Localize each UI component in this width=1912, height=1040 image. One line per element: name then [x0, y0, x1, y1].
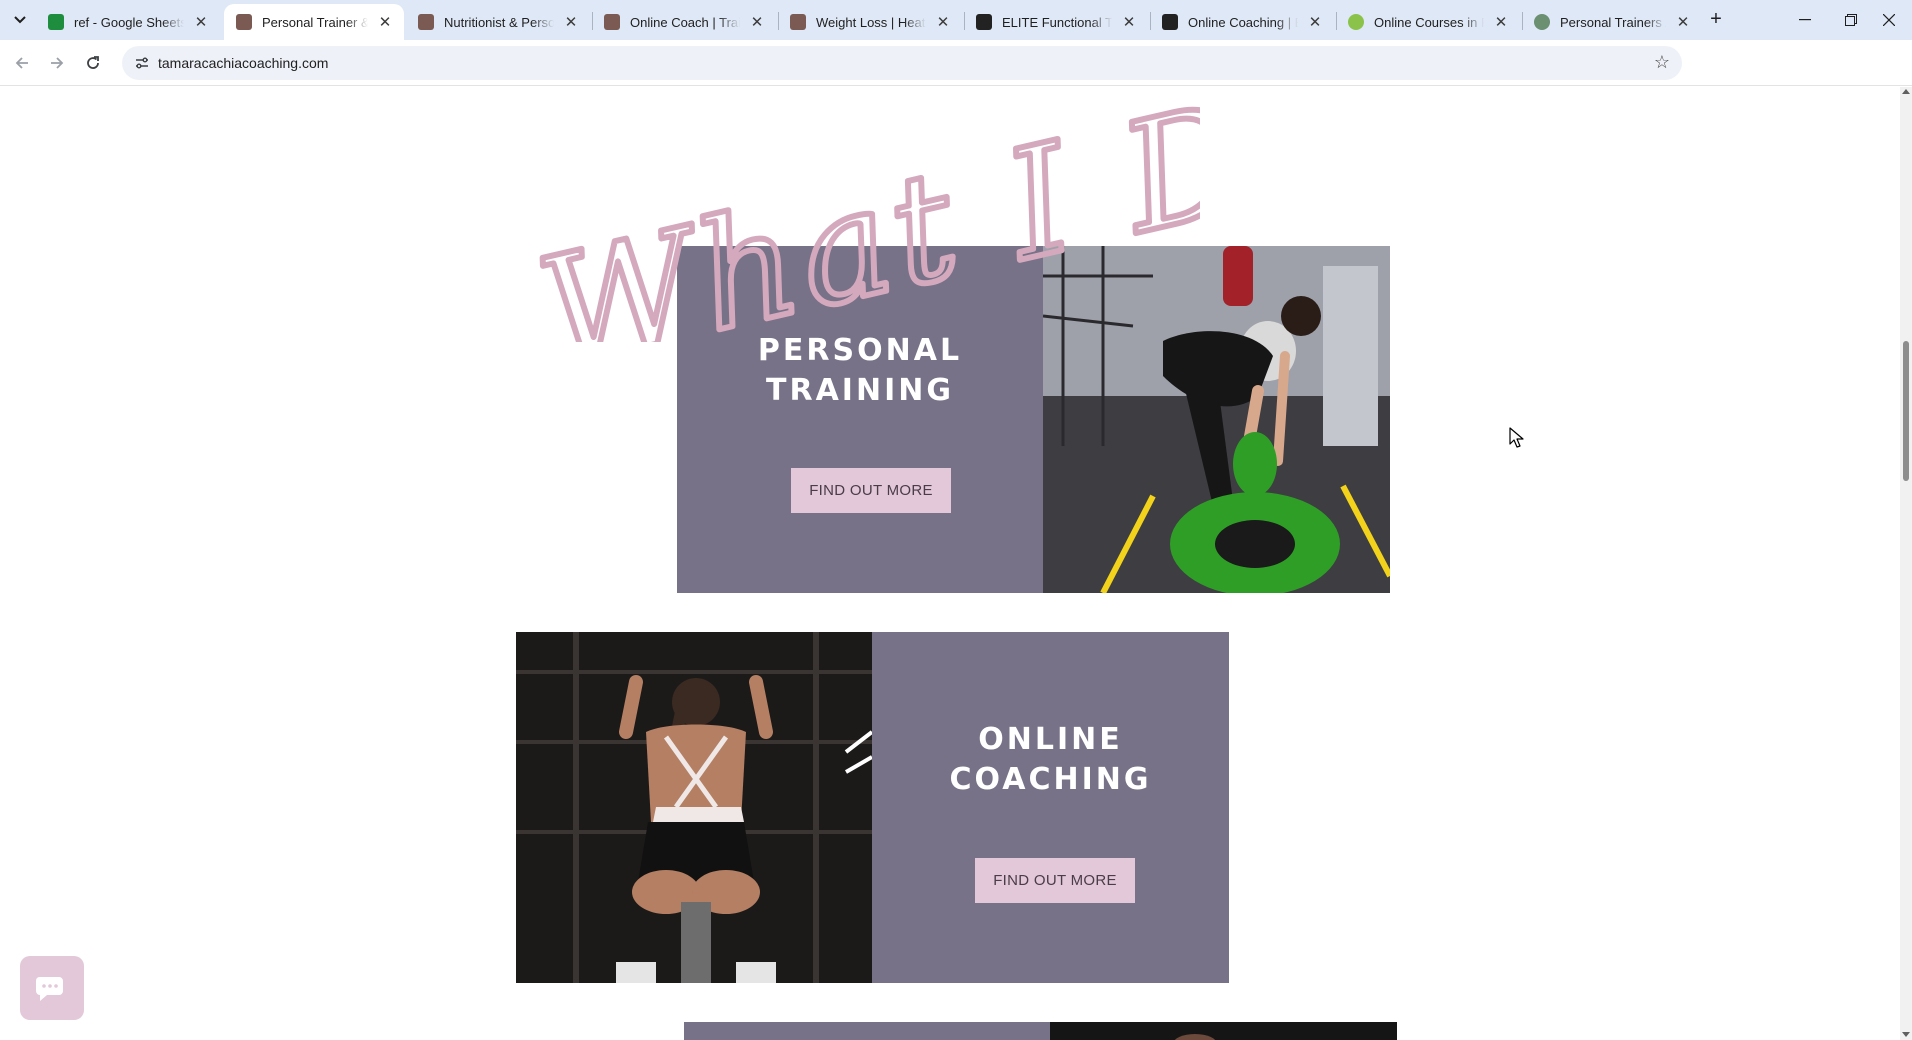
- title-line: TRAINING: [766, 373, 954, 408]
- reload-icon: [87, 56, 99, 69]
- page-viewport: What I Do PERSONAL TRAINING FIND OUT MOR…: [0, 87, 1900, 1040]
- sheets-favicon-icon: [48, 14, 64, 30]
- restore-icon: [1845, 14, 1857, 26]
- online-coaching-find-out-more-button[interactable]: FIND OUT MORE: [975, 858, 1135, 903]
- reload-button[interactable]: [79, 49, 107, 77]
- mouse-cursor-icon: [1509, 427, 1524, 448]
- close-tab-icon[interactable]: ✕: [748, 13, 766, 31]
- next-service-photo: [1050, 1022, 1397, 1040]
- personal-training-photo: [1043, 246, 1390, 593]
- personal-training-find-out-more-button[interactable]: FIND OUT MORE: [791, 468, 951, 513]
- close-window-button[interactable]: [1866, 0, 1912, 40]
- url-text: tamaracachiacoaching.com: [158, 55, 329, 71]
- site-favicon-icon: [1348, 14, 1364, 30]
- tab-title: ref - Google Sheets: [74, 14, 184, 30]
- close-tab-icon[interactable]: ✕: [1306, 13, 1324, 31]
- scroll-up-arrow-icon[interactable]: [1902, 89, 1910, 94]
- tab-6[interactable]: Online Coaching | Elite ✕: [1150, 4, 1334, 40]
- tab-0[interactable]: ref - Google Sheets ✕: [36, 4, 220, 40]
- page-scrollbar[interactable]: [1900, 87, 1912, 1040]
- forward-button[interactable]: [43, 49, 71, 77]
- site-favicon-icon: [418, 14, 434, 30]
- tab-title: ELITE Functional Training: [1002, 14, 1112, 30]
- tab-title: Weight Loss | Heathy: [816, 14, 926, 30]
- browser-toolbar: tamaracachiacoaching.com ☆ a: [0, 40, 1912, 119]
- close-tab-icon[interactable]: ✕: [562, 13, 580, 31]
- site-favicon-icon: [604, 14, 620, 30]
- chevron-down-icon: [14, 16, 26, 24]
- tab-5[interactable]: ELITE Functional Training ✕: [964, 4, 1148, 40]
- tab-title: Personal Trainer & Online Coaching: [262, 14, 368, 30]
- site-favicon-icon: [236, 14, 252, 30]
- close-tab-icon[interactable]: ✕: [1492, 13, 1510, 31]
- site-favicon-icon: [976, 14, 992, 30]
- gym-back-photo-image: [516, 632, 872, 983]
- title-line: PERSONAL: [757, 333, 963, 368]
- chat-button[interactable]: [20, 956, 84, 1020]
- tab-4[interactable]: Weight Loss | Heathy ✕: [778, 4, 962, 40]
- next-service-panel: [684, 1022, 1050, 1040]
- arrow-left-icon: [15, 57, 28, 69]
- new-tab-button[interactable]: +: [1704, 8, 1728, 32]
- tab-search-dropdown[interactable]: [8, 8, 32, 32]
- scroll-down-arrow-icon[interactable]: [1902, 1032, 1910, 1037]
- minimize-button[interactable]: [1782, 0, 1828, 40]
- back-button[interactable]: [8, 49, 36, 77]
- scrollbar-thumb[interactable]: [1903, 341, 1909, 481]
- close-icon: [1883, 14, 1895, 26]
- site-favicon-icon: [790, 14, 806, 30]
- tab-7[interactable]: Online Courses in Personal ✕: [1336, 4, 1520, 40]
- close-tab-icon[interactable]: ✕: [376, 13, 394, 31]
- personal-training-title: PERSONAL TRAINING: [677, 331, 1043, 411]
- close-tab-icon[interactable]: ✕: [192, 13, 210, 31]
- chat-bubble-icon: [35, 977, 63, 1001]
- tab-title: Online Coach | Trainer: [630, 14, 740, 30]
- tab-title: Online Coaching | Elite: [1188, 14, 1298, 30]
- minimize-icon: [1799, 19, 1811, 21]
- site-settings-icon[interactable]: [134, 55, 150, 71]
- tab-1-active[interactable]: Personal Trainer & Online Coaching ✕: [224, 4, 404, 40]
- tab-2[interactable]: Nutritionist & Personal Trainer ✕: [406, 4, 590, 40]
- site-favicon-icon: [1162, 14, 1178, 30]
- close-tab-icon[interactable]: ✕: [934, 13, 952, 31]
- deadlift-photo-image: [1043, 246, 1390, 593]
- personal-training-panel: PERSONAL TRAINING FIND OUT MORE: [677, 246, 1043, 593]
- online-coaching-panel: ONLINE COACHING FIND OUT MORE: [872, 632, 1229, 983]
- online-coaching-title: ONLINE COACHING: [872, 720, 1229, 800]
- tab-title: Personal Trainers Association: [1560, 14, 1666, 30]
- online-coaching-photo: [516, 632, 872, 983]
- arrow-right-icon: [51, 57, 64, 69]
- close-tab-icon[interactable]: ✕: [1120, 13, 1138, 31]
- site-favicon-icon: [1534, 14, 1550, 30]
- tab-strip: ref - Google Sheets ✕ Personal Trainer &…: [0, 0, 1912, 40]
- bookmark-star-icon[interactable]: ☆: [1654, 52, 1670, 73]
- title-line: COACHING: [949, 762, 1152, 797]
- close-tab-icon[interactable]: ✕: [1674, 13, 1692, 31]
- tab-3[interactable]: Online Coach | Trainer ✕: [592, 4, 776, 40]
- tab-title: Online Courses in Personal: [1374, 14, 1484, 30]
- address-bar[interactable]: tamaracachiacoaching.com ☆: [122, 46, 1682, 80]
- tab-8[interactable]: Personal Trainers Association ✕: [1522, 4, 1702, 40]
- title-line: ONLINE: [978, 722, 1123, 757]
- next-service-image: [1174, 1034, 1216, 1040]
- tab-title: Nutritionist & Personal Trainer: [444, 14, 554, 30]
